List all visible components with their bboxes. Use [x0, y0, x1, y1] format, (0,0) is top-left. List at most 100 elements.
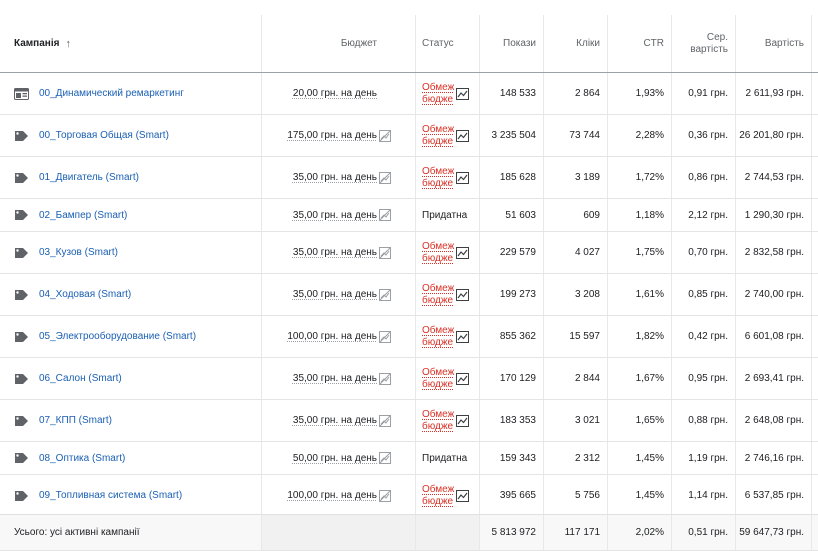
- campaign-name-link[interactable]: 04_Ходовая (Smart): [39, 289, 131, 300]
- campaign-name-link[interactable]: 07_КПП (Smart): [39, 415, 112, 426]
- impressions-value: 159 343: [499, 452, 536, 464]
- status-limited-text[interactable]: Обмеж бюдже: [422, 82, 454, 106]
- status-limited-text[interactable]: Обмеж бюдже: [422, 325, 454, 349]
- campaign-name-link[interactable]: 05_Электрооборудование (Smart): [39, 331, 196, 342]
- budget-value[interactable]: 35,00 грн. на день: [293, 210, 377, 221]
- trend-chart-icon[interactable]: [456, 288, 469, 301]
- status-limited-text[interactable]: Обмеж бюдже: [422, 409, 454, 433]
- budget-value[interactable]: 35,00 грн. на день: [293, 373, 377, 384]
- trend-chart-icon[interactable]: [456, 330, 469, 343]
- cost-cell: 2 832,58 грн.: [736, 232, 812, 273]
- campaign-cell: 05_Электрооборудование (Smart): [0, 316, 262, 357]
- table-row[interactable]: 04_Ходовая (Smart) 35,00 грн. на день Об…: [0, 274, 818, 316]
- impressions-value: 229 579: [499, 247, 536, 258]
- column-header-ctr[interactable]: CTR: [608, 15, 672, 72]
- avg-cost-cell: 0,70 грн.: [672, 232, 736, 273]
- table-row[interactable]: 06_Салон (Smart) 35,00 грн. на день Обме…: [0, 358, 818, 400]
- clicks-cell: 2 312: [544, 442, 608, 474]
- budget-report-icon[interactable]: [379, 452, 391, 464]
- budget-value[interactable]: 35,00 грн. на день: [293, 172, 377, 183]
- budget-value[interactable]: 20,00 грн. на день: [293, 88, 377, 99]
- budget-value[interactable]: 100,00 грн. на день: [287, 331, 377, 342]
- budget-report-icon[interactable]: [379, 414, 391, 427]
- status-limited-line2: бюдже: [422, 378, 454, 390]
- trend-chart-icon[interactable]: [456, 414, 469, 427]
- status-limited-line1: Обмеж: [422, 366, 455, 378]
- trend-chart-icon[interactable]: [456, 87, 469, 100]
- status-cell: Придатна: [416, 442, 480, 474]
- budget-report-icon[interactable]: [379, 489, 391, 502]
- column-header-clicks-label: Кліки: [576, 38, 600, 49]
- cost-value: 2 648,08 грн.: [744, 415, 804, 426]
- shopping-tag-icon: [14, 415, 29, 427]
- budget-value[interactable]: 35,00 грн. на день: [293, 247, 377, 258]
- budget-report-icon[interactable]: [379, 288, 391, 301]
- budget-report-icon[interactable]: [379, 129, 391, 142]
- budget-report-icon[interactable]: [379, 246, 391, 259]
- cost-value: 6 537,85 грн.: [744, 490, 804, 501]
- sort-arrow-up-icon[interactable]: ↑: [65, 38, 71, 50]
- impressions-value: 183 353: [499, 415, 536, 426]
- budget-value[interactable]: 35,00 грн. на день: [293, 289, 377, 300]
- table-row[interactable]: 00_Динамический ремаркетинг 20,00 грн. н…: [0, 73, 818, 115]
- campaign-name-link[interactable]: 00_Торговая Общая (Smart): [39, 130, 169, 141]
- ctr-cell: 1,65%: [608, 400, 672, 441]
- budget-cell: 175,00 грн. на день: [262, 115, 416, 156]
- budget-value[interactable]: 175,00 грн. на день: [287, 130, 377, 141]
- shopping-tag-icon: [14, 209, 29, 221]
- clicks-value: 2 844: [574, 373, 600, 384]
- table-row[interactable]: 09_Топливная система (Smart) 100,00 грн.…: [0, 475, 818, 517]
- avg-cost-value: 0,95 грн.: [688, 373, 728, 384]
- status-limited-text[interactable]: Обмеж бюдже: [422, 241, 454, 265]
- campaign-name-link[interactable]: 08_Оптика (Smart): [39, 453, 125, 464]
- ctr-value: 1,72%: [635, 172, 664, 183]
- footer-budget-cell: [262, 515, 416, 550]
- table-row[interactable]: 02_Бампер (Smart) 35,00 грн. на день При…: [0, 199, 818, 232]
- budget-value[interactable]: 35,00 грн. на день: [293, 415, 377, 426]
- campaign-name-link[interactable]: 06_Салон (Smart): [39, 373, 122, 384]
- column-header-campaign[interactable]: Кампанія ↑: [0, 15, 262, 72]
- cost-cell: 1 290,30 грн.: [736, 199, 812, 231]
- trend-chart-icon[interactable]: [456, 246, 469, 259]
- campaign-name-link[interactable]: 03_Кузов (Smart): [39, 247, 118, 258]
- budget-value[interactable]: 50,00 грн. на день: [293, 453, 377, 464]
- campaign-name-link[interactable]: 02_Бампер (Smart): [39, 210, 127, 221]
- status-cell: Обмеж бюдже: [416, 73, 480, 114]
- column-header-budget[interactable]: Бюджет: [262, 15, 416, 72]
- campaign-name-link[interactable]: 09_Топливная система (Smart): [39, 490, 182, 501]
- budget-report-icon[interactable]: [379, 372, 391, 385]
- campaign-name-link[interactable]: 00_Динамический ремаркетинг: [39, 88, 184, 99]
- budget-report-icon[interactable]: [379, 330, 391, 343]
- table-row[interactable]: 05_Электрооборудование (Smart) 100,00 гр…: [0, 316, 818, 358]
- table-row[interactable]: 07_КПП (Smart) 35,00 грн. на день Обмеж б…: [0, 400, 818, 442]
- trend-chart-icon[interactable]: [456, 489, 469, 502]
- column-header-cost[interactable]: Вартість: [736, 15, 812, 72]
- table-row[interactable]: 03_Кузов (Smart) 35,00 грн. на день Обме…: [0, 232, 818, 274]
- cost-cell: 2 693,41 грн.: [736, 358, 812, 399]
- campaign-name-link[interactable]: 01_Двигатель (Smart): [39, 172, 139, 183]
- avg-cost-cell: 0,36 грн.: [672, 115, 736, 156]
- column-header-impressions[interactable]: Покази: [480, 15, 544, 72]
- status-limited-text[interactable]: Обмеж бюдже: [422, 484, 454, 508]
- status-limited-text[interactable]: Обмеж бюдже: [422, 283, 454, 307]
- trend-chart-icon[interactable]: [456, 171, 469, 184]
- status-limited-line2: бюдже: [422, 177, 454, 189]
- budget-report-icon[interactable]: [379, 209, 391, 221]
- status-cell: Обмеж бюдже: [416, 316, 480, 357]
- status-limited-text[interactable]: Обмеж бюдже: [422, 166, 454, 190]
- shopping-tag-icon: [14, 452, 29, 464]
- column-header-clicks[interactable]: Кліки: [544, 15, 608, 72]
- budget-value[interactable]: 100,00 грн. на день: [287, 490, 377, 501]
- status-limited-text[interactable]: Обмеж бюдже: [422, 124, 454, 148]
- trend-chart-icon[interactable]: [456, 129, 469, 142]
- budget-report-icon[interactable]: [379, 171, 391, 184]
- table-row[interactable]: 01_Двигатель (Smart) 35,00 грн. на день …: [0, 157, 818, 199]
- status-limited-text[interactable]: Обмеж бюдже: [422, 367, 454, 391]
- trend-chart-icon[interactable]: [456, 372, 469, 385]
- column-header-avg-cost[interactable]: Сер. вартість: [672, 15, 736, 72]
- column-header-status[interactable]: Статус: [416, 15, 480, 72]
- clicks-cell: 3 189: [544, 157, 608, 198]
- table-row[interactable]: 08_Оптика (Smart) 50,00 грн. на день При…: [0, 442, 818, 475]
- table-row[interactable]: 00_Торговая Общая (Smart) 175,00 грн. на…: [0, 115, 818, 157]
- shopping-tag-icon: [14, 331, 29, 343]
